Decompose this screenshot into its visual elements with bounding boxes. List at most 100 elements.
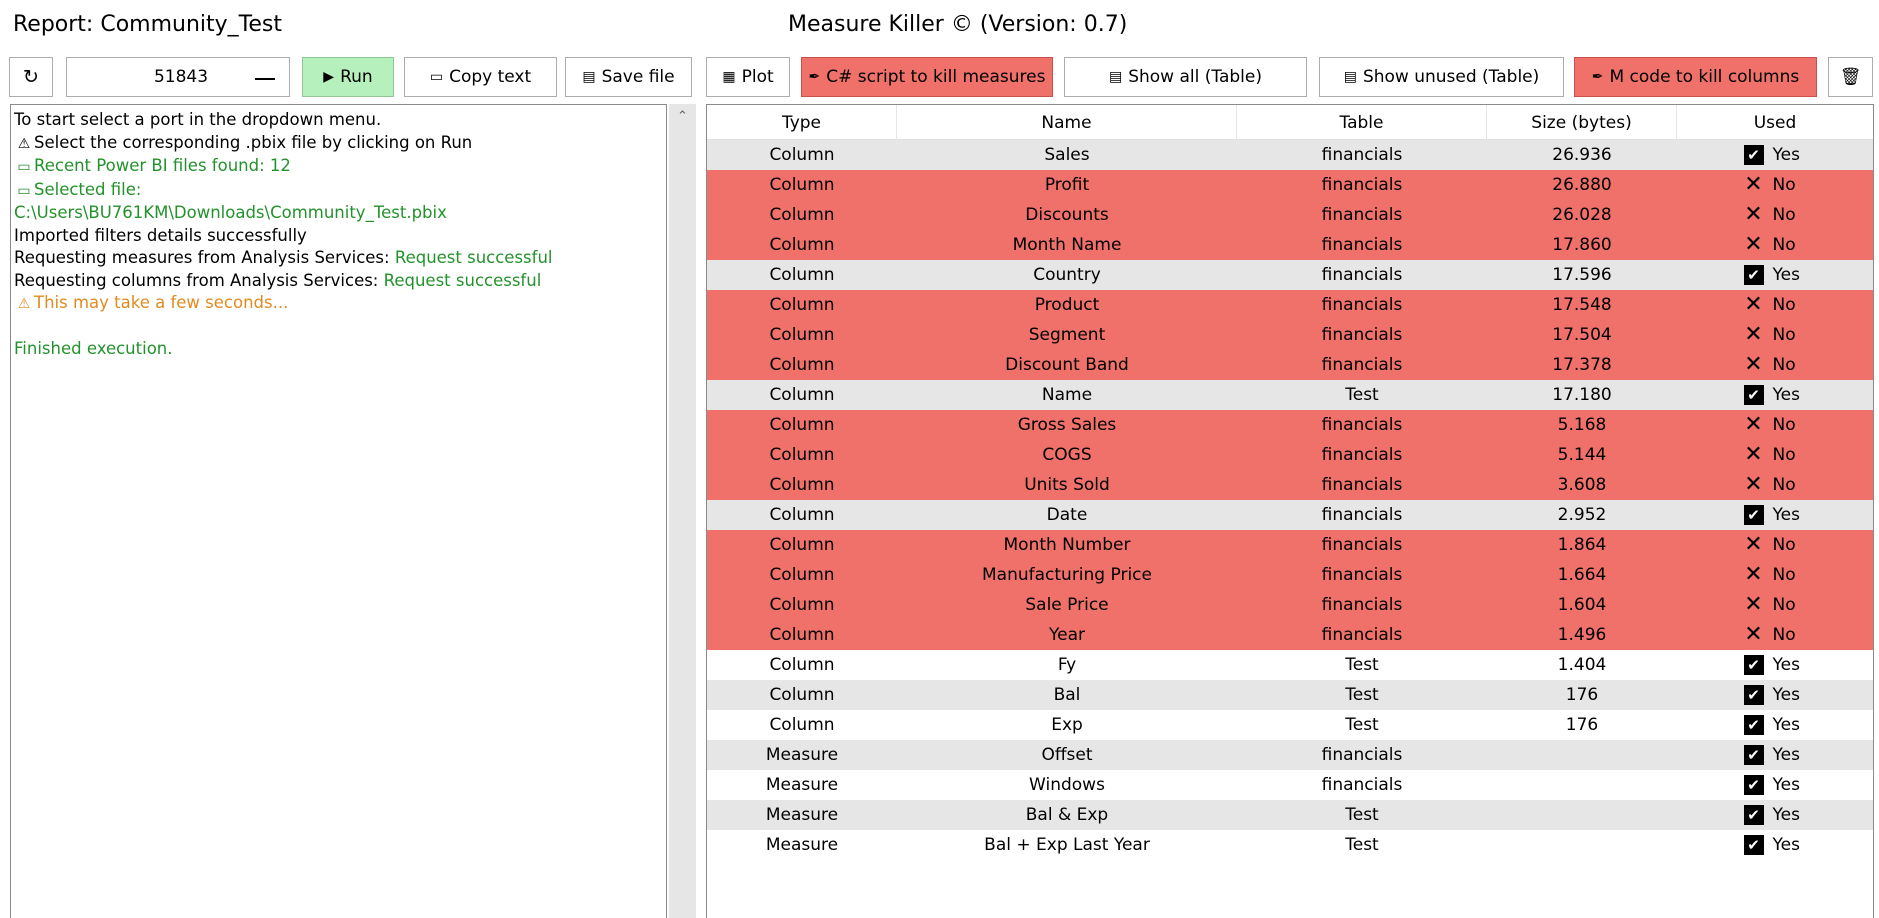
checkbox-checked-icon: ✔ <box>1743 685 1764 705</box>
plot-label: Plot <box>741 67 774 87</box>
column-header-name[interactable]: Name <box>897 105 1237 140</box>
cell-table: Test <box>1345 715 1379 735</box>
cell-used: ✕ No <box>1677 350 1873 380</box>
cell-type: Column <box>769 205 835 225</box>
used-indicator: ✕ No <box>1744 444 1807 466</box>
port-dropdown[interactable]: 51843 <box>66 57 290 97</box>
table-row[interactable]: Column Discounts financials 26.028 ✕ No <box>707 200 1873 230</box>
cell-used: ✔ Yes <box>1677 140 1873 170</box>
used-label: Yes <box>1772 655 1800 675</box>
cell-table: financials <box>1321 265 1403 285</box>
cell-size <box>1487 740 1677 770</box>
cell-size <box>1487 830 1677 860</box>
cell-used: ✕ No <box>1677 170 1873 200</box>
cell-used: ✕ No <box>1677 230 1873 260</box>
table-row[interactable]: Column Profit financials 26.880 ✕ No <box>707 170 1873 200</box>
log-text: Requesting measures from Analysis Servic… <box>14 248 395 267</box>
csharp-script-button[interactable]: ✒ C# script to kill measures <box>801 57 1053 97</box>
cell-used: ✕ No <box>1677 530 1873 560</box>
table-row[interactable]: Column Country financials 17.596 ✔ Yes <box>707 260 1873 290</box>
table-row[interactable]: Column Name Test 17.180 ✔ Yes <box>707 380 1873 410</box>
results-table[interactable]: Type Name Table Size (bytes) Used Column… <box>706 104 1874 918</box>
table-row[interactable]: Column Month Name financials 17.860 ✕ No <box>707 230 1873 260</box>
cell-table: financials <box>1321 295 1403 315</box>
table-row[interactable]: Measure Offset financials ✔ Yes <box>707 740 1873 770</box>
cell-used: ✔ Yes <box>1677 260 1873 290</box>
table-row[interactable]: Column Date financials 2.952 ✔ Yes <box>707 500 1873 530</box>
table-row[interactable]: Column Segment financials 17.504 ✕ No <box>707 320 1873 350</box>
cell-size: 17.860 <box>1552 235 1612 255</box>
table-row[interactable]: Column Exp Test 176 ✔ Yes <box>707 710 1873 740</box>
cell-table: financials <box>1321 175 1403 195</box>
used-indicator: ✔ Yes <box>1743 745 1807 765</box>
cell-type: Column <box>769 715 835 735</box>
table-row[interactable]: Measure Bal & Exp Test ✔ Yes <box>707 800 1873 830</box>
checkbox-checked-icon: ✔ <box>1743 265 1764 285</box>
used-indicator: ✕ No <box>1744 594 1807 616</box>
table-row[interactable]: Column Fy Test 1.404 ✔ Yes <box>707 650 1873 680</box>
used-label: Yes <box>1772 685 1800 705</box>
cell-name: Units Sold <box>1024 475 1110 495</box>
table-row[interactable]: Column Bal Test 176 ✔ Yes <box>707 680 1873 710</box>
copy-text-button[interactable]: ▭ Copy text <box>404 57 557 97</box>
log-line: Finished execution. <box>14 338 663 361</box>
cell-size: 1.604 <box>1557 595 1607 615</box>
cell-used: ✔ Yes <box>1677 500 1873 530</box>
used-indicator: ✕ No <box>1744 414 1807 436</box>
table-header: Type Name Table Size (bytes) Used <box>707 105 1873 140</box>
table-row[interactable]: Column Sale Price financials 1.604 ✕ No <box>707 590 1873 620</box>
column-header-type[interactable]: Type <box>707 105 897 140</box>
refresh-button[interactable]: ↻ <box>9 57 53 97</box>
table-row[interactable]: Column Sales financials 26.936 ✔ Yes <box>707 140 1873 170</box>
log-text: Select the corresponding .pbix file by c… <box>34 132 473 152</box>
delete-button[interactable]: 🗑 <box>1828 57 1873 97</box>
cell-type: Measure <box>765 775 839 795</box>
table-row[interactable]: Column Gross Sales financials 5.168 ✕ No <box>707 410 1873 440</box>
table-row[interactable]: Column Year financials 1.496 ✕ No <box>707 620 1873 650</box>
show-unused-table-button[interactable]: ▤ Show unused (Table) <box>1319 57 1564 97</box>
used-label: Yes <box>1772 385 1800 405</box>
cell-name: Segment <box>1028 325 1106 345</box>
cell-size: 3.608 <box>1557 475 1607 495</box>
save-file-button[interactable]: ▤ Save file <box>565 57 692 97</box>
cell-used: ✕ No <box>1677 410 1873 440</box>
log-panel[interactable]: To start select a port in the dropdown m… <box>10 104 667 918</box>
table-row[interactable]: Column Units Sold financials 3.608 ✕ No <box>707 470 1873 500</box>
table-row[interactable]: Measure Windows financials ✔ Yes <box>707 770 1873 800</box>
log-text: Requesting columns from Analysis Service… <box>14 270 384 290</box>
used-label: Yes <box>1772 775 1800 795</box>
run-button[interactable]: ▶ Run <box>302 57 394 97</box>
table-row[interactable]: Measure Bal + Exp Last Year Test ✔ Yes <box>707 830 1873 860</box>
column-header-used[interactable]: Used <box>1677 105 1873 140</box>
scroll-up-icon[interactable]: ⌃ <box>669 104 696 128</box>
save-file-label: Save file <box>601 67 675 87</box>
cell-type: Column <box>769 355 835 375</box>
cell-used: ✔ Yes <box>1677 680 1873 710</box>
cell-name: COGS <box>1042 445 1092 465</box>
cell-table: financials <box>1321 355 1403 375</box>
cell-type: Column <box>769 685 835 705</box>
cell-table: Test <box>1345 805 1379 825</box>
cell-size: 1.496 <box>1557 625 1607 645</box>
knife-icon: ✒ <box>808 69 821 85</box>
table-row[interactable]: Column Discount Band financials 17.378 ✕ No <box>707 350 1873 380</box>
used-indicator: ✔ Yes <box>1743 715 1807 735</box>
used-label: No <box>1772 295 1796 315</box>
table-row[interactable]: Column Manufacturing Price financials 1.664… <box>707 560 1873 590</box>
checkbox-checked-icon: ✔ <box>1743 745 1764 765</box>
refresh-icon: ↻ <box>23 66 39 88</box>
plot-button[interactable]: ▦ Plot <box>706 57 790 97</box>
log-scrollbar[interactable]: ⌃ <box>669 104 696 918</box>
cell-type: Column <box>769 415 835 435</box>
table-row[interactable]: Column COGS financials 5.144 ✕ No <box>707 440 1873 470</box>
table-row[interactable]: Column Product financials 17.548 ✕ No <box>707 290 1873 320</box>
table-row[interactable]: Column Month Number financials 1.864 ✕ No <box>707 530 1873 560</box>
column-header-table[interactable]: Table <box>1237 105 1487 140</box>
column-header-size[interactable]: Size (bytes) <box>1487 105 1677 140</box>
dropdown-handle-icon <box>255 78 275 80</box>
cell-name: Manufacturing Price <box>982 565 1152 585</box>
cell-name: Country <box>1033 265 1101 285</box>
cell-size: 26.936 <box>1552 145 1612 165</box>
show-all-table-button[interactable]: ▤ Show all (Table) <box>1064 57 1307 97</box>
m-code-button[interactable]: ✒ M code to kill columns <box>1574 57 1817 97</box>
